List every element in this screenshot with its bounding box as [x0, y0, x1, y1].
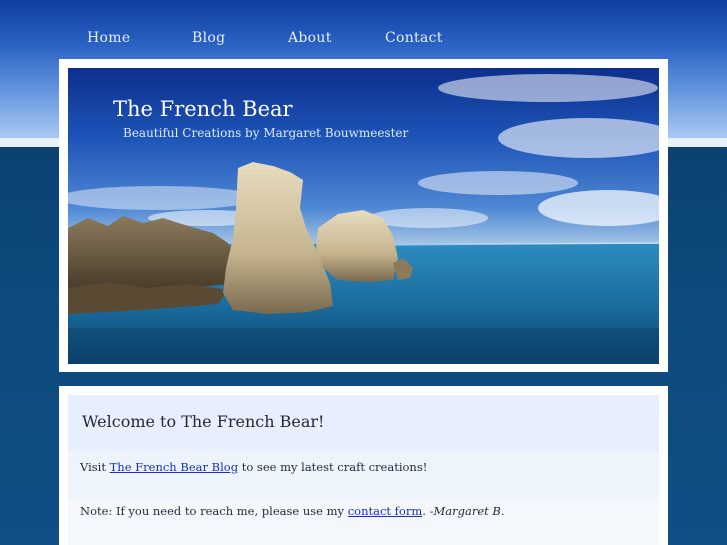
visit-panel: Visit The French Bear Blog to see my lat…: [68, 451, 659, 499]
welcome-heading: Welcome to The French Bear!: [82, 412, 325, 431]
visit-suffix-text: to see my latest craft creations!: [238, 460, 428, 474]
nav-contact[interactable]: Contact: [385, 30, 443, 46]
note-paragraph: Note: If you need to reach me, please us…: [80, 504, 505, 518]
nav-about[interactable]: About: [288, 30, 332, 46]
signature-text: Margaret B.: [433, 504, 505, 518]
note-panel: Note: If you need to reach me, please us…: [68, 499, 659, 545]
blog-link[interactable]: The French Bear Blog: [110, 460, 238, 474]
note-mid-text: . -: [422, 504, 434, 518]
site-title: The French Bear: [113, 97, 293, 121]
header-frame: The French Bear Beautiful Creations by M…: [59, 59, 668, 372]
nav-blog[interactable]: Blog: [192, 30, 225, 46]
visit-paragraph: Visit The French Bear Blog to see my lat…: [80, 460, 427, 474]
site-tagline: Beautiful Creations by Margaret Bouwmees…: [123, 126, 409, 140]
nav-home[interactable]: Home: [87, 30, 130, 46]
visit-prefix-text: Visit: [80, 460, 110, 474]
main-nav: Home Blog About Contact: [0, 30, 727, 56]
contact-form-link[interactable]: contact form: [348, 504, 423, 518]
welcome-panel: Welcome to The French Bear!: [68, 395, 659, 451]
note-prefix-text: Note: If you need to reach me, please us…: [80, 504, 348, 518]
hero-banner: The French Bear Beautiful Creations by M…: [68, 68, 659, 364]
content-frame: Welcome to The French Bear! Visit The Fr…: [59, 386, 668, 545]
